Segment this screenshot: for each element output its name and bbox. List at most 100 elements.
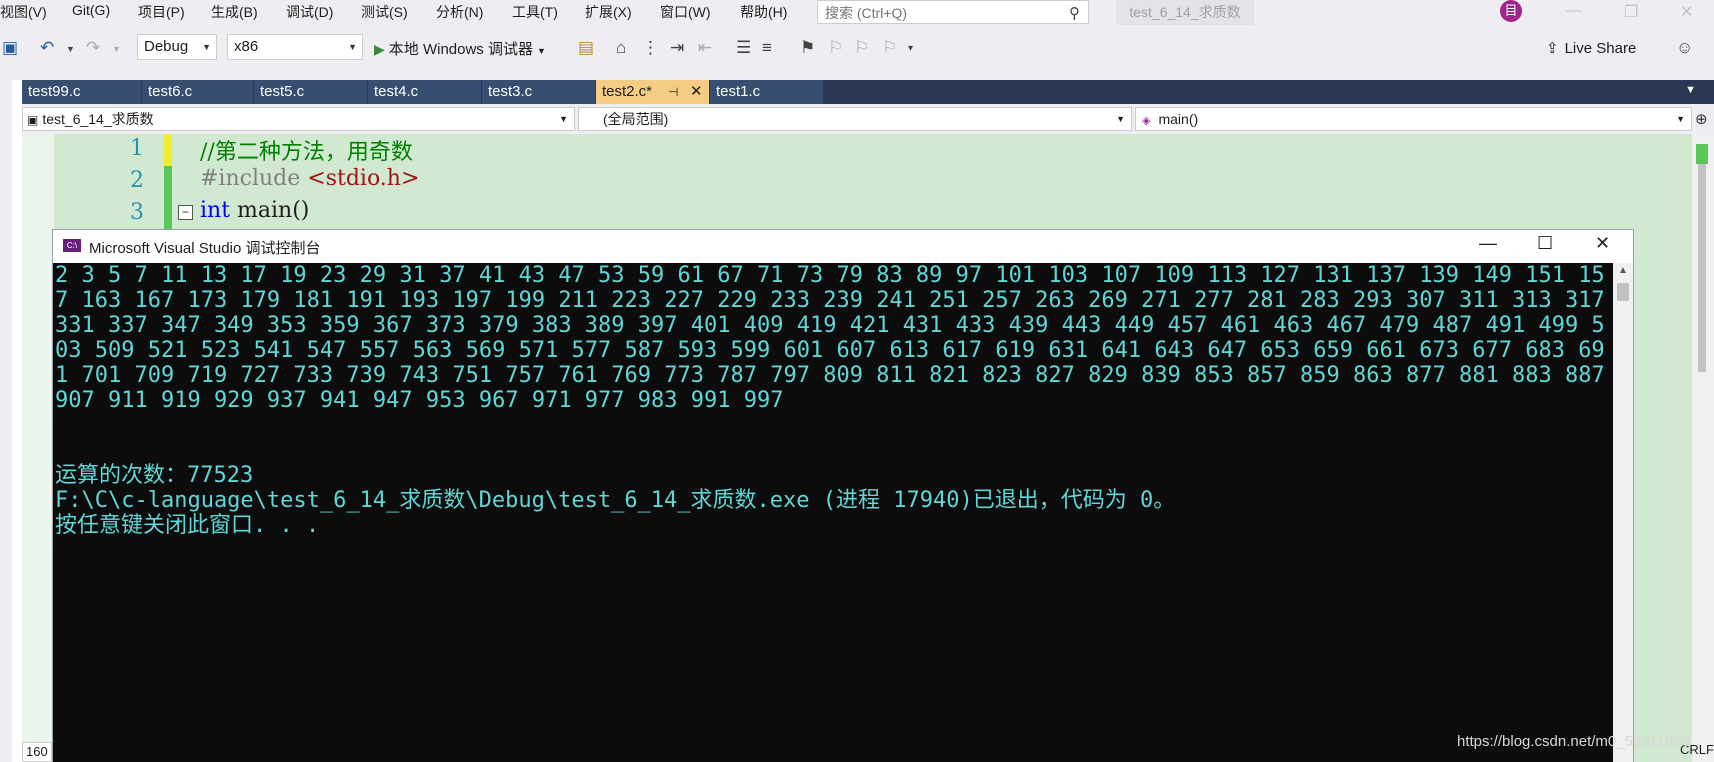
start-debugging-button[interactable]: ▶ 本地 Windows 调试器 ▼ — [374, 38, 546, 59]
left-margin — [12, 80, 22, 762]
search-box[interactable]: ⚲ — [817, 0, 1089, 24]
minimize-icon[interactable]: — — [1479, 233, 1497, 254]
scroll-up-icon[interactable]: ▲ — [1618, 265, 1628, 276]
tab-label: test6.c — [148, 83, 193, 100]
menu-project[interactable]: 项目(P) — [138, 2, 185, 22]
menu-analyze[interactable]: 分析(N) — [436, 2, 483, 22]
menu-tools[interactable]: 工具(T) — [512, 2, 558, 22]
pin-icon[interactable]: ⊣ — [668, 80, 678, 104]
tab-label: test4.c — [374, 83, 419, 100]
tab-test4[interactable]: test4.c — [368, 80, 482, 104]
menu-extensions[interactable]: 扩展(X) — [585, 2, 632, 22]
tab-test5[interactable]: test5.c — [254, 80, 368, 104]
code-line-3: int main() — [200, 198, 309, 223]
prev-bookmark-icon[interactable]: ⚐ — [828, 38, 843, 58]
editor-scrollbar[interactable] — [1692, 134, 1714, 762]
chevron-down-icon: ▼ — [348, 42, 357, 52]
search-icon[interactable]: ⚲ — [1069, 4, 1080, 22]
editor-gutter — [22, 134, 54, 762]
split-editor-icon[interactable]: ⊕ — [1695, 110, 1708, 128]
string-token: <stdio.h> — [307, 166, 420, 191]
menu-view[interactable]: 视图(V) — [0, 2, 47, 22]
redo-icon[interactable]: ↷ — [86, 38, 100, 58]
console-titlebar[interactable]: C:\ Microsoft Visual Studio 调试控制台 — ☐ ✕ — [53, 230, 1633, 262]
platform-value: x86 — [234, 38, 259, 55]
solution-name: test_6_14_求质数 — [1116, 0, 1254, 25]
play-icon: ▶ — [374, 41, 385, 57]
console-title: Microsoft Visual Studio 调试控制台 — [89, 240, 321, 257]
close-icon[interactable]: ✕ — [1595, 233, 1610, 254]
console-output-area[interactable]: 2 3 5 7 11 13 17 19 23 29 31 37 41 43 47… — [53, 263, 1613, 762]
search-input[interactable] — [823, 2, 1057, 24]
overflow-icon[interactable]: ▾ — [908, 43, 913, 54]
tab-label: test2.c* — [602, 83, 653, 100]
step-over-icon[interactable]: ⇤ — [698, 38, 712, 58]
undo-dropdown-icon[interactable]: ▼ — [66, 44, 75, 54]
outdent-icon[interactable]: ≡ — [762, 38, 772, 58]
scrollbar-thumb[interactable] — [1698, 162, 1706, 372]
close-tab-icon[interactable]: ✕ — [690, 80, 703, 104]
tab-label: test3.c — [488, 83, 533, 100]
tab-overflow-icon[interactable]: ▼ — [1685, 84, 1696, 96]
change-map-marker — [1696, 144, 1708, 164]
project-icon: ▣ — [27, 113, 39, 127]
function-token: main() — [230, 198, 310, 223]
platform-dropdown[interactable]: x86 ▼ — [227, 34, 363, 60]
tab-test99[interactable]: test99.c — [22, 80, 142, 104]
keyword-token: int — [200, 198, 231, 223]
project-dropdown[interactable]: ▣ test_6_14_求质数 ▼ — [22, 107, 575, 131]
run-label: 本地 Windows 调试器 — [388, 41, 533, 58]
tab-test1[interactable]: test1.c — [710, 80, 824, 104]
tab-test3[interactable]: test3.c — [482, 80, 596, 104]
toolbar: ▣ ↶ ▼ ↷ ▼ Debug ▼ x86 ▼ ▶ 本地 Windows 调试器 ▼… — [0, 31, 1714, 66]
line-number: 2 — [130, 168, 144, 193]
maximize-icon[interactable]: ☐ — [1537, 233, 1553, 254]
debug-console-window[interactable]: C:\ Microsoft Visual Studio 调试控制台 — ☐ ✕ … — [52, 229, 1634, 762]
tab-label: test5.c — [260, 83, 305, 100]
function-icon: ◈ — [1142, 115, 1151, 127]
browser-icon[interactable]: ⌂ — [616, 38, 626, 58]
menu-debug[interactable]: 调试(D) — [286, 2, 333, 22]
tab-test6[interactable]: test6.c — [142, 80, 254, 104]
undo-icon[interactable]: ↶ — [40, 38, 54, 58]
line-number: 1 — [130, 136, 144, 161]
member-dropdown[interactable]: ◈ main() ▼ — [1135, 107, 1692, 131]
menu-test[interactable]: 测试(S) — [361, 2, 408, 22]
minimize-icon[interactable]: — — [1566, 2, 1582, 20]
console-scrollbar[interactable]: ▲ — [1613, 263, 1633, 762]
folder-icon[interactable]: ▤ — [578, 38, 594, 58]
hot-reload-icon[interactable]: ⋮ — [642, 38, 659, 58]
preprocessor-token: #include — [200, 166, 308, 191]
menu-help[interactable]: 帮助(H) — [740, 2, 787, 22]
chevron-down-icon: ▼ — [1676, 114, 1685, 124]
navigation-bar: ▣ test_6_14_求质数 ▼ (全局范围) ▼ ◈ main() ▼ — [22, 107, 1692, 131]
restore-icon[interactable]: ❐ — [1624, 2, 1638, 22]
menu-window[interactable]: 窗口(W) — [660, 2, 711, 22]
next-bookmark-icon[interactable]: ⚐ — [854, 38, 869, 58]
line-number: 3 — [130, 200, 144, 225]
zoom-level[interactable]: 160 — [22, 742, 52, 762]
menu-build[interactable]: 生成(B) — [211, 2, 258, 22]
close-icon[interactable]: ✕ — [1680, 2, 1693, 22]
feedback-icon[interactable]: ☺ — [1676, 38, 1693, 58]
profile-badge[interactable]: 目 — [1500, 0, 1522, 22]
collapse-icon[interactable]: − — [178, 205, 193, 220]
live-share-label: Live Share — [1564, 40, 1637, 57]
config-dropdown[interactable]: Debug ▼ — [137, 34, 217, 60]
live-share-button[interactable]: ⇪ Live Share — [1546, 39, 1636, 57]
redo-dropdown-icon[interactable]: ▼ — [112, 44, 121, 54]
scope-dropdown[interactable]: (全局范围) ▼ — [578, 107, 1132, 131]
unsaved-change-marker — [164, 134, 172, 166]
scrollbar-thumb[interactable] — [1617, 283, 1629, 301]
tab-test2[interactable]: test2.c* ⊣ ✕ — [596, 80, 710, 104]
indent-icon[interactable]: ☰ — [736, 38, 751, 58]
menu-git[interactable]: Git(G) — [72, 2, 110, 18]
step-icon[interactable]: ⇥ — [670, 38, 684, 58]
chevron-down-icon: ▼ — [559, 114, 568, 124]
tab-label: test1.c — [716, 83, 761, 100]
bookmark-icon[interactable]: ⚑ — [800, 38, 815, 58]
save-all-icon[interactable]: ▣ — [2, 38, 18, 58]
tab-label: test99.c — [28, 83, 81, 100]
clear-bookmarks-icon[interactable]: ⚐ — [882, 38, 897, 58]
code-line-2: #include <stdio.h> — [200, 166, 419, 191]
